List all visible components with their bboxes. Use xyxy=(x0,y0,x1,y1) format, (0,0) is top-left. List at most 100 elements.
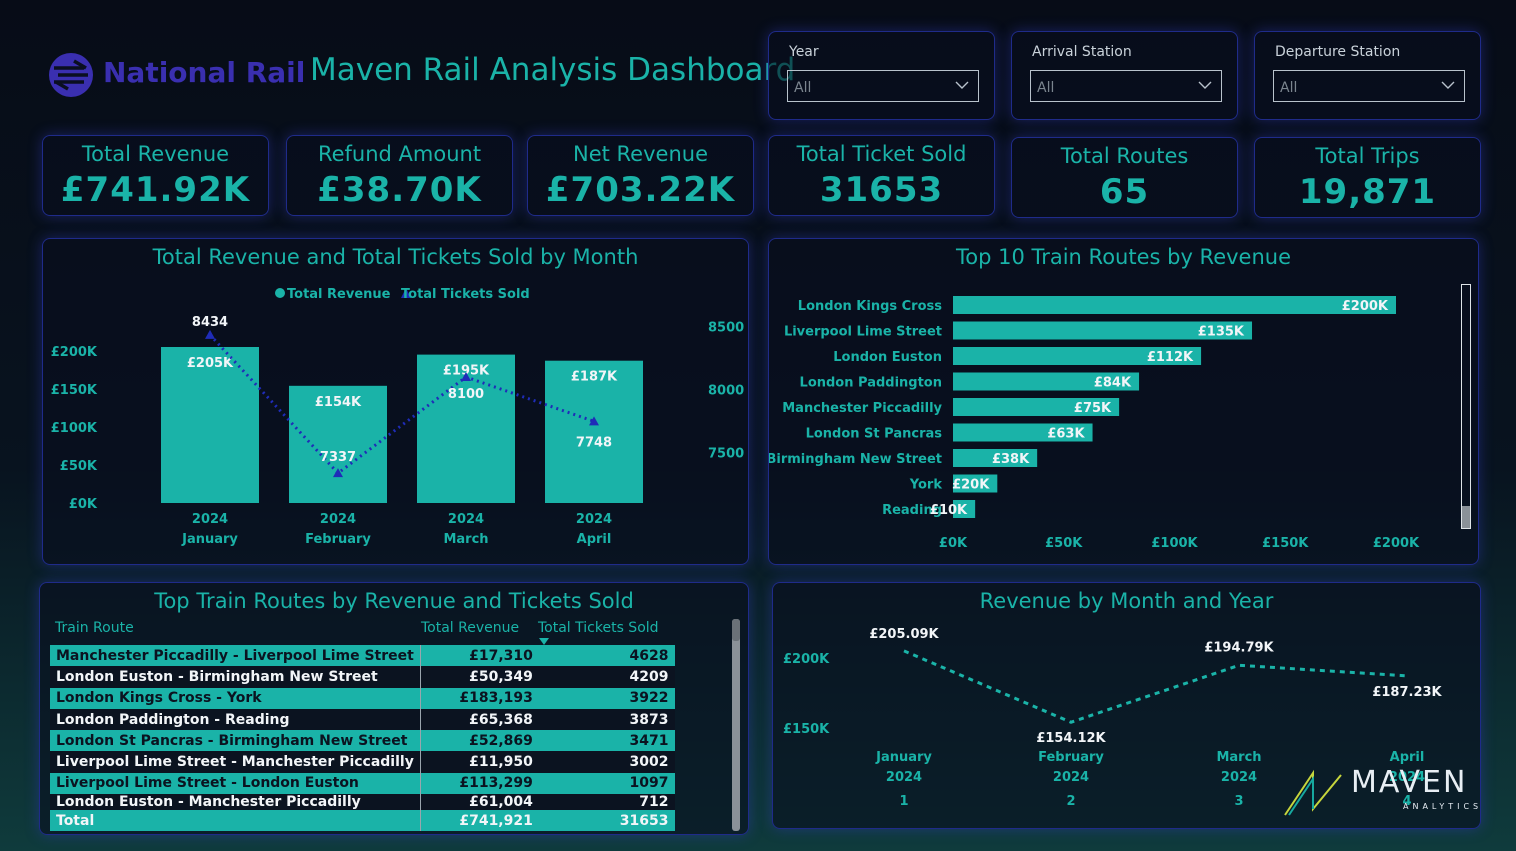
x-tick-month-number: 2 xyxy=(1066,794,1075,809)
table-total-row[interactable]: Total £741,921 31653 xyxy=(50,810,675,832)
kpi-total-routes: Total Routes 65 xyxy=(1011,137,1238,218)
revenue-cell: £183,193 xyxy=(420,687,539,709)
kpi-value: 19,871 xyxy=(1298,172,1437,212)
column-header-tickets[interactable]: Total Tickets Sold xyxy=(538,620,659,636)
route-category-label: Manchester Piccadilly xyxy=(782,401,942,416)
route-bar-label: £75K xyxy=(1074,401,1112,416)
kpi-value: 65 xyxy=(1099,172,1150,212)
route-category-label: Birmingham New Street xyxy=(769,452,942,467)
routes-table: Manchester Piccadilly - Liverpool Lime S… xyxy=(50,645,675,832)
tickets-cell: 31653 xyxy=(538,810,675,832)
route-category-label: London Euston xyxy=(833,350,942,365)
x-tick-month: April xyxy=(1390,750,1425,765)
revenue-bar-label: £187K xyxy=(571,370,618,385)
tickets-point xyxy=(205,329,215,339)
revenue-cell: £52,869 xyxy=(420,730,539,752)
year-dropdown[interactable]: All xyxy=(787,70,979,102)
table-row[interactable]: London Paddington - Reading £65,368 3873 xyxy=(50,708,675,731)
table-row[interactable]: Liverpool Lime Street - London Euston £11… xyxy=(50,772,675,795)
route-bar-label: £112K xyxy=(1147,350,1194,365)
scrollbar-thumb[interactable] xyxy=(732,619,740,641)
chevron-down-icon xyxy=(955,81,969,89)
x-tick-month: April xyxy=(577,532,612,547)
x-tick-year: 2024 xyxy=(886,770,922,785)
maven-brand: MAVEN xyxy=(1351,765,1468,800)
kpi-label: Total Ticket Sold xyxy=(796,142,967,166)
tickets-cell: 3873 xyxy=(538,708,675,731)
column-header-revenue[interactable]: Total Revenue xyxy=(421,620,519,636)
kpi-label: Net Revenue xyxy=(573,142,708,166)
table-row[interactable]: London Euston - Birmingham New Street £50… xyxy=(50,666,675,688)
dropdown-value: All xyxy=(1280,80,1298,96)
kpi-label: Total Routes xyxy=(1060,144,1189,168)
y-left-tick-label: £50K xyxy=(60,459,98,474)
x-tick-label: £200K xyxy=(1373,536,1420,551)
dropdown-value: All xyxy=(794,80,812,96)
tickets-cell: 3002 xyxy=(538,751,675,773)
route-cell: London Euston - Manchester Piccadilly xyxy=(50,794,421,811)
revenue-bar-label: £205K xyxy=(187,356,234,371)
x-tick-month: March xyxy=(443,532,488,547)
tickets-cell: 1097 xyxy=(538,772,675,795)
tickets-point-label: 7337 xyxy=(320,450,356,465)
filter-year: Year All xyxy=(768,31,995,120)
filter-label: Year xyxy=(789,44,819,60)
x-tick-month: January xyxy=(181,532,238,547)
x-tick-year: 2024 xyxy=(1053,770,1089,785)
scrollbar-thumb[interactable] xyxy=(1462,506,1470,528)
revenue-cell: £50,349 xyxy=(420,666,539,688)
x-tick-label: £50K xyxy=(1045,536,1083,551)
tickets-cell: 4628 xyxy=(538,645,675,667)
kpi-total-ticket-sold: Total Ticket Sold 31653 xyxy=(768,135,995,216)
rail-logo-icon xyxy=(49,53,93,97)
route-cell: London Euston - Birmingham New Street xyxy=(50,666,421,688)
route-cell: London Kings Cross - York xyxy=(50,687,421,709)
national-rail-logo xyxy=(48,52,94,102)
route-category-label: London Kings Cross xyxy=(798,299,942,314)
table-title: Top Train Routes by Revenue and Tickets … xyxy=(154,589,634,613)
revenue-cell: £11,950 xyxy=(420,751,539,773)
kpi-label: Total Trips xyxy=(1315,144,1420,168)
table-row[interactable]: London Euston - Manchester Piccadilly £61… xyxy=(50,794,675,811)
hbar-chart-svg: London Kings Cross £200K Liverpool Lime St… xyxy=(769,296,1420,551)
x-tick-month: February xyxy=(305,532,371,547)
column-header-route[interactable]: Train Route xyxy=(55,620,134,636)
x-tick-label: £150K xyxy=(1262,536,1309,551)
filter-label: Arrival Station xyxy=(1032,44,1132,60)
legend-label-revenue: Total Revenue xyxy=(287,287,391,302)
kpi-total-revenue: Total Revenue £741.92K xyxy=(42,135,269,216)
table-scrollbar[interactable] xyxy=(732,619,740,831)
departure-station-dropdown[interactable]: All xyxy=(1273,70,1465,102)
tickets-cell: 712 xyxy=(538,794,675,811)
route-cell: London St Pancras - Birmingham New Stree… xyxy=(50,730,421,752)
top-routes-by-revenue-chart: Top 10 Train Routes by Revenue London Ki… xyxy=(768,238,1479,565)
chart-scrollbar[interactable] xyxy=(1461,284,1471,529)
table-row[interactable]: Manchester Piccadilly - Liverpool Lime S… xyxy=(50,645,675,667)
tickets-point-label: 7748 xyxy=(576,435,612,450)
filter-departure-station: Departure Station All xyxy=(1254,31,1481,120)
kpi-total-trips: Total Trips 19,871 xyxy=(1254,137,1481,218)
table-row[interactable]: London Kings Cross - York £183,193 3922 xyxy=(50,687,675,709)
tickets-cell: 3922 xyxy=(538,687,675,709)
x-tick-label: £0K xyxy=(939,536,968,551)
x-tick-year: 2024 xyxy=(576,512,612,527)
route-category-label: London St Pancras xyxy=(806,427,943,442)
route-cell: Total xyxy=(50,810,421,832)
route-category-label: Liverpool Lime Street xyxy=(784,325,942,340)
x-tick-month: March xyxy=(1216,750,1261,765)
maven-sub: ANALYTICS xyxy=(1403,802,1481,811)
arrival-station-dropdown[interactable]: All xyxy=(1030,70,1222,102)
route-bar-label: £84K xyxy=(1094,376,1132,391)
table-row[interactable]: London St Pancras - Birmingham New Stree… xyxy=(50,730,675,752)
route-revenue-bar xyxy=(953,296,1396,314)
dropdown-value: All xyxy=(1037,80,1055,96)
tickets-point-label: 8100 xyxy=(448,387,484,402)
route-cell: London Paddington - Reading xyxy=(50,708,421,731)
y-left-tick-label: £0K xyxy=(69,497,98,512)
y-right-tick-label: 7500 xyxy=(708,447,744,462)
tickets-cell: 3471 xyxy=(538,730,675,752)
revenue-line xyxy=(903,649,1408,724)
x-tick-month: January xyxy=(875,750,932,765)
revenue-bar-label: £154K xyxy=(315,395,362,410)
table-row[interactable]: Liverpool Lime Street - Manchester Picca… xyxy=(50,751,675,773)
